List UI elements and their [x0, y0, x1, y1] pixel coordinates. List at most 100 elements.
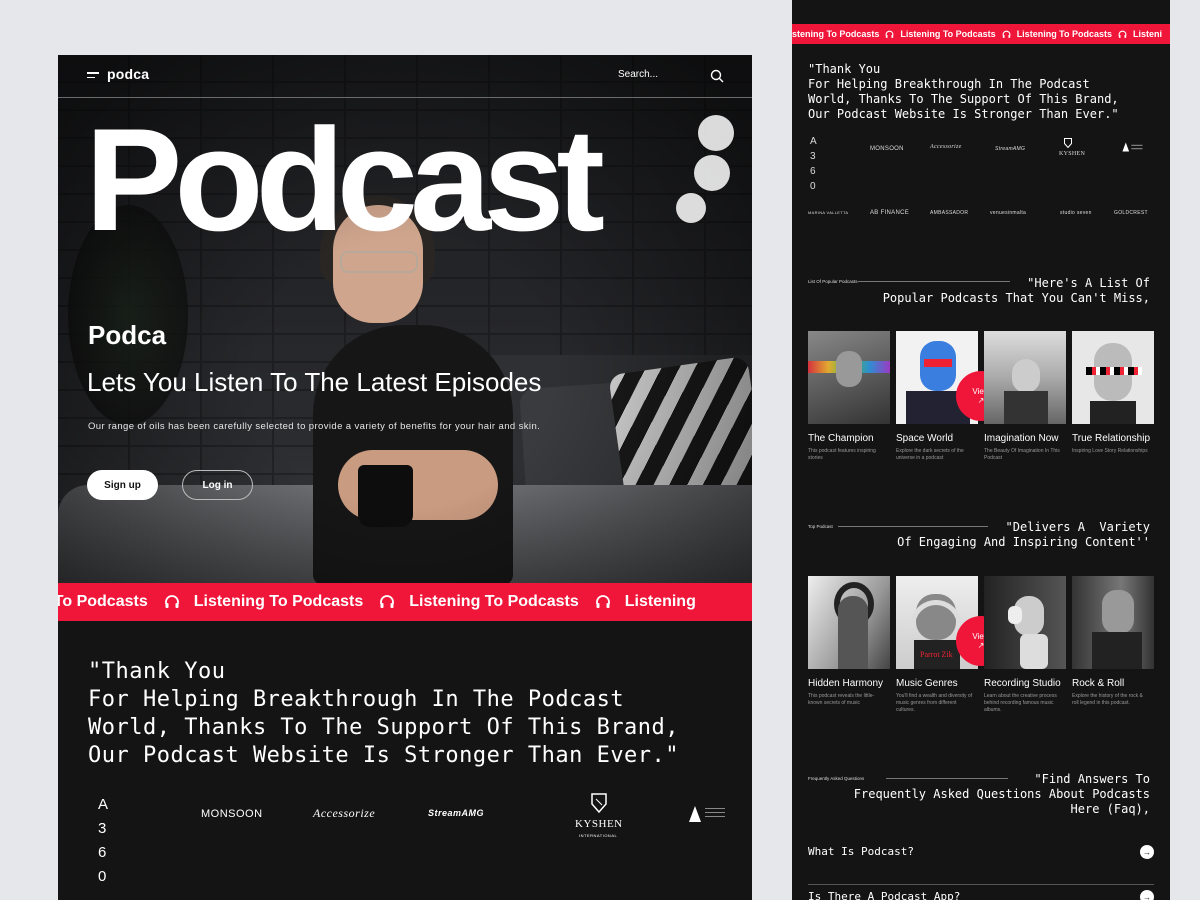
top-navigation: podca [58, 55, 752, 98]
podcast-title: Space World [896, 433, 954, 444]
podcast-card[interactable]: The Champion This podcast features inspi… [808, 331, 890, 462]
brand-accessorize-logo: Accessorize [313, 806, 376, 820]
hero-brand: Podca [88, 320, 167, 350]
podcast-description: Inspiring Love Story Relationships [1072, 448, 1148, 454]
podcast-card[interactable]: Imagination Now The Beauty Of Imaginatio… [984, 331, 1066, 462]
brand-monsoon-logo: MONSOON [201, 808, 263, 820]
menu-icon[interactable] [87, 72, 99, 81]
ticker-text: Listening To Podcasts [409, 593, 579, 610]
brand-ambassador-logo: AMBASSADOR [930, 210, 969, 216]
podcast-cover-image [984, 576, 1066, 669]
popular-section-title: "Here's A List Of Popular Podcasts That … [882, 276, 1150, 305]
brand-monsoon-logo: MONSOON [870, 146, 904, 152]
podcast-card[interactable]: Parrot Zik View ↗ Music Genres You'll fin… [896, 576, 1006, 714]
ticker-item: Listening To Podcasts [792, 29, 894, 39]
faq-question: Is There A Podcast App? [808, 890, 961, 900]
academy-logo-icon [689, 806, 725, 822]
podcast-cover-image [808, 576, 890, 669]
podcast-cover-image [808, 331, 890, 424]
ticker-item: Listening To Podcasts [194, 593, 396, 611]
brand-kyshen-logo: KYSHEN [575, 818, 623, 830]
faq-item[interactable]: What Is Podcast? → [808, 845, 1154, 885]
ticker-text: Listeni [1133, 29, 1163, 39]
brand-marina-logo: MARINA VALLETTA [808, 210, 849, 215]
hero-big-title: Podcast [85, 98, 605, 261]
search-icon[interactable] [710, 69, 724, 83]
shield-icon [1064, 138, 1072, 148]
cover-text: Parrot Zik [920, 650, 953, 659]
podcast-description: Explore the dark secrets of the universe… [896, 448, 964, 461]
brand-a360-logo: A 3 6 0 [810, 136, 823, 192]
podcast-card[interactable]: Rock & Roll Explore the history of the r… [1072, 576, 1154, 707]
podcast-cover-image [984, 331, 1066, 424]
headphones-icon [1118, 30, 1127, 38]
podcast-title: The Champion [808, 433, 874, 444]
faq-item[interactable]: Is There A Podcast App? → [808, 890, 1154, 900]
ticker-text: Listening To Podcasts [1016, 29, 1113, 39]
ticker-item: istening To Podcasts [58, 593, 180, 611]
listening-ticker-small: Listening To Podcasts Listening To Podca… [792, 24, 1170, 44]
academy-logo-icon [1122, 142, 1143, 152]
ticker-text: Listening To Podcasts [900, 29, 996, 39]
brand-abfinance-logo: AB FINANCE [870, 210, 910, 216]
secondary-page-card: Listening To Podcasts Listening To Podca… [792, 0, 1170, 900]
podcast-title: Hidden Harmony [808, 678, 884, 689]
podcast-description: You'll find a wealth and diversity of mu… [896, 693, 973, 713]
popular-section-label: List Of Popular Podcasts [808, 279, 858, 284]
log-in-button[interactable]: Log in [182, 470, 253, 500]
brand-goldcrest-logo: GOLDCREST [1114, 210, 1148, 216]
ticker-item: Listening To Podcasts [900, 29, 1011, 39]
ticker-item: Listening [625, 593, 696, 611]
podcast-title: Recording Studio [984, 678, 1061, 689]
podcast-description: This podcast features inspiring stories [808, 448, 876, 461]
podcast-description: The Beauty Of Imagination In This Podcas… [984, 448, 1060, 461]
podcast-description: Learn about the creative process behind … [984, 693, 1057, 713]
arrow-right-icon[interactable]: → [1140, 890, 1154, 900]
ticker-item: Listeni [1133, 29, 1162, 39]
headphones-icon [380, 595, 395, 608]
brand-streamamg-logo: StreamAMG [995, 146, 1026, 152]
main-page-card: Podcast Podca Lets You Listen To The Lat… [58, 55, 752, 900]
ticker-text: Listening To Podcasts [792, 29, 880, 39]
podcast-card[interactable]: Hidden Harmony This podcast reveals the … [808, 576, 890, 707]
ticker-item: Listening To Podcasts [1017, 29, 1127, 39]
search-input[interactable] [618, 69, 698, 80]
shield-icon [591, 793, 607, 813]
podcast-card[interactable]: View ↗ Space World Explore the dark secre… [896, 331, 1006, 462]
headphones-icon [164, 595, 179, 608]
podcast-title: True Relationship [1072, 433, 1151, 444]
top-section-title: "Delivers A Variety Of Engaging And Insp… [897, 520, 1150, 549]
podcast-cover-image [1072, 576, 1154, 669]
brand-logos: A 3 6 0 MONSOON Accessorize StreamAMG KY… [88, 793, 728, 885]
podcast-description: This podcast reveals the little-known se… [808, 693, 875, 706]
brand-kyshen-subtitle: INTERNATIONAL [579, 833, 618, 838]
arrow-right-icon[interactable]: → [1140, 845, 1154, 859]
logo[interactable]: podca [107, 66, 149, 82]
podcast-card[interactable]: Recording Studio Learn about the creativ… [984, 576, 1066, 714]
ticker-text: Listening [624, 593, 696, 610]
listening-ticker: istening To Podcasts Listening To Podcas… [58, 583, 752, 621]
podcast-card[interactable]: True Relationship Inspiring Love Story R… [1072, 331, 1154, 455]
headphones-icon [595, 595, 610, 608]
ticker-text: Listening To Podcasts [193, 593, 364, 610]
hero-section: Podcast Podca Lets You Listen To The Lat… [58, 55, 752, 585]
brand-venuesinmalta-logo: venuesinmalta [990, 210, 1027, 216]
top-section-label: Top Podcast [808, 524, 833, 529]
hero-headline: Lets You Listen To The Latest Episodes [87, 367, 542, 397]
testimonial-quote: "Thank You For Helping Breakthrough In T… [88, 659, 680, 768]
sign-up-button[interactable]: Sign up [87, 470, 158, 500]
headphones-icon [1002, 30, 1011, 38]
faq-question: What Is Podcast? [808, 845, 914, 858]
faq-section-title: "Find Answers To Frequently Asked Questi… [853, 772, 1150, 816]
brand-accessorize-logo: Accessorize [930, 144, 962, 150]
podcast-title: Imagination Now [984, 433, 1059, 444]
ticker-item: Listening To Podcasts [409, 593, 611, 611]
headphones-icon [885, 30, 894, 38]
brand-kyshen-logo: KYSHEN [1059, 151, 1086, 157]
testimonial-quote-small: "Thank You For Helping Breakthrough In T… [808, 62, 1119, 121]
podcast-title: Rock & Roll [1072, 678, 1125, 689]
brand-studioseven-logo: studio seven [1060, 210, 1092, 216]
podcast-cover-image [1072, 331, 1154, 424]
ticker-text: istening To Podcasts [58, 593, 148, 610]
podcast-title: Music Genres [896, 678, 958, 689]
